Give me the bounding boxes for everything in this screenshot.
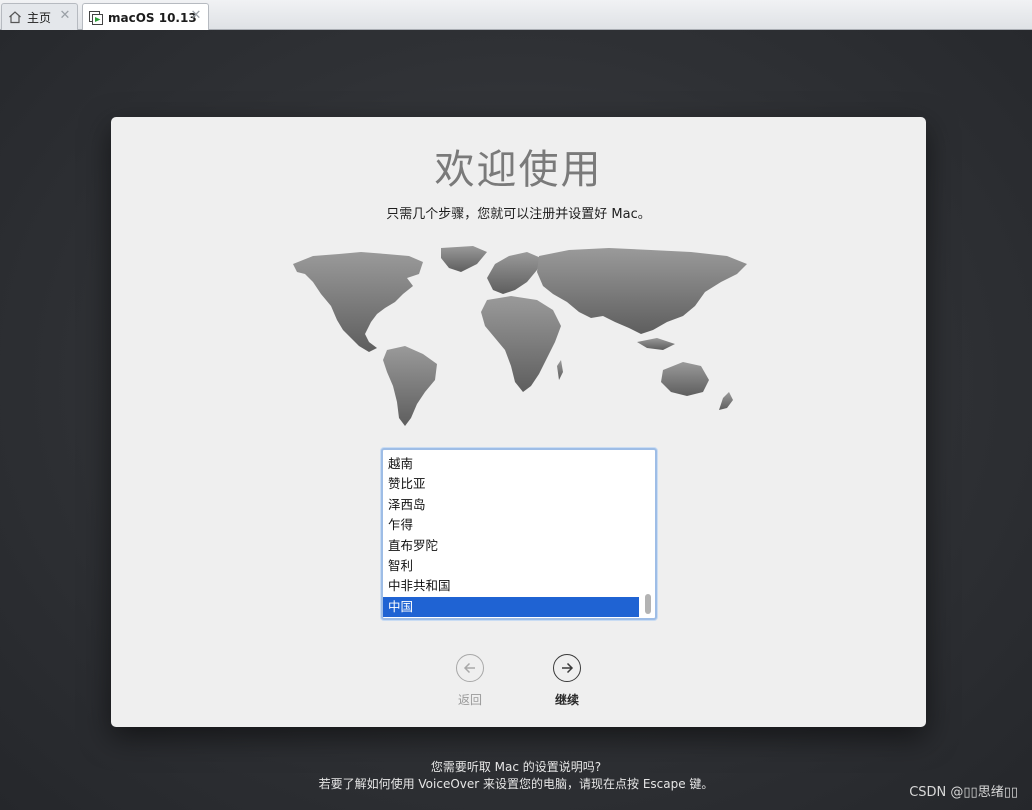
tab-macos[interactable]: macOS 10.13 ✕: [82, 3, 209, 31]
list-scrollbar[interactable]: [645, 594, 651, 614]
vm-icon: [88, 10, 104, 26]
page-subtitle: 只需几个步骤，您就可以注册并设置好 Mac。: [386, 207, 651, 222]
world-map-image: [293, 246, 747, 426]
vmware-tab-bar: 主页 ✕ macOS 10.13 ✕: [0, 0, 1032, 31]
home-icon: [7, 9, 23, 25]
list-item[interactable]: 中非共和国: [383, 576, 639, 596]
list-item[interactable]: 直布罗陀: [383, 536, 639, 556]
list-item[interactable]: 乍得: [383, 515, 639, 535]
close-icon[interactable]: ✕: [58, 9, 72, 23]
list-item[interactable]: 越南: [383, 454, 639, 474]
close-icon[interactable]: ✕: [189, 9, 203, 23]
continue-button[interactable]: 继续: [537, 654, 597, 708]
setup-assistant-window: 欢迎使用 只需几个步骤，您就可以注册并设置好 Mac。 越南 赞比亚 泽西岛 乍…: [111, 117, 926, 727]
voiceover-hint: 您需要听取 Mac 的设置说明吗? 若要了解如何使用 VoiceOver 来设置…: [0, 759, 1032, 793]
voiceover-hint-line1: 您需要听取 Mac 的设置说明吗?: [430, 760, 602, 774]
back-button-label: 返回: [457, 693, 482, 707]
csdn-watermark: CSDN @▯▯思绪▯▯: [909, 785, 1018, 800]
continue-button-label: 继续: [554, 693, 579, 707]
list-item[interactable]: 赞比亚: [383, 474, 639, 494]
tab-macos-label: macOS 10.13: [108, 10, 197, 25]
country-listbox[interactable]: 越南 赞比亚 泽西岛 乍得 直布罗陀 智利 中非共和国 中国: [381, 448, 657, 620]
list-item[interactable]: 智利: [383, 556, 639, 576]
list-item[interactable]: 泽西岛: [383, 495, 639, 515]
tab-home[interactable]: 主页 ✕: [1, 3, 78, 30]
list-item-selected[interactable]: 中国: [383, 596, 639, 618]
back-arrow-icon: [456, 654, 484, 682]
back-button[interactable]: 返回: [440, 654, 500, 708]
voiceover-hint-line2: 若要了解如何使用 VoiceOver 来设置您的电脑，请现在点按 Escape …: [318, 777, 714, 791]
page-title: 欢迎使用: [434, 147, 603, 193]
forward-arrow-icon: [553, 654, 581, 682]
vm-screen[interactable]: 欢迎使用 只需几个步骤，您就可以注册并设置好 Mac。 越南 赞比亚 泽西岛 乍…: [0, 30, 1032, 810]
tab-home-label: 主页: [27, 10, 52, 25]
